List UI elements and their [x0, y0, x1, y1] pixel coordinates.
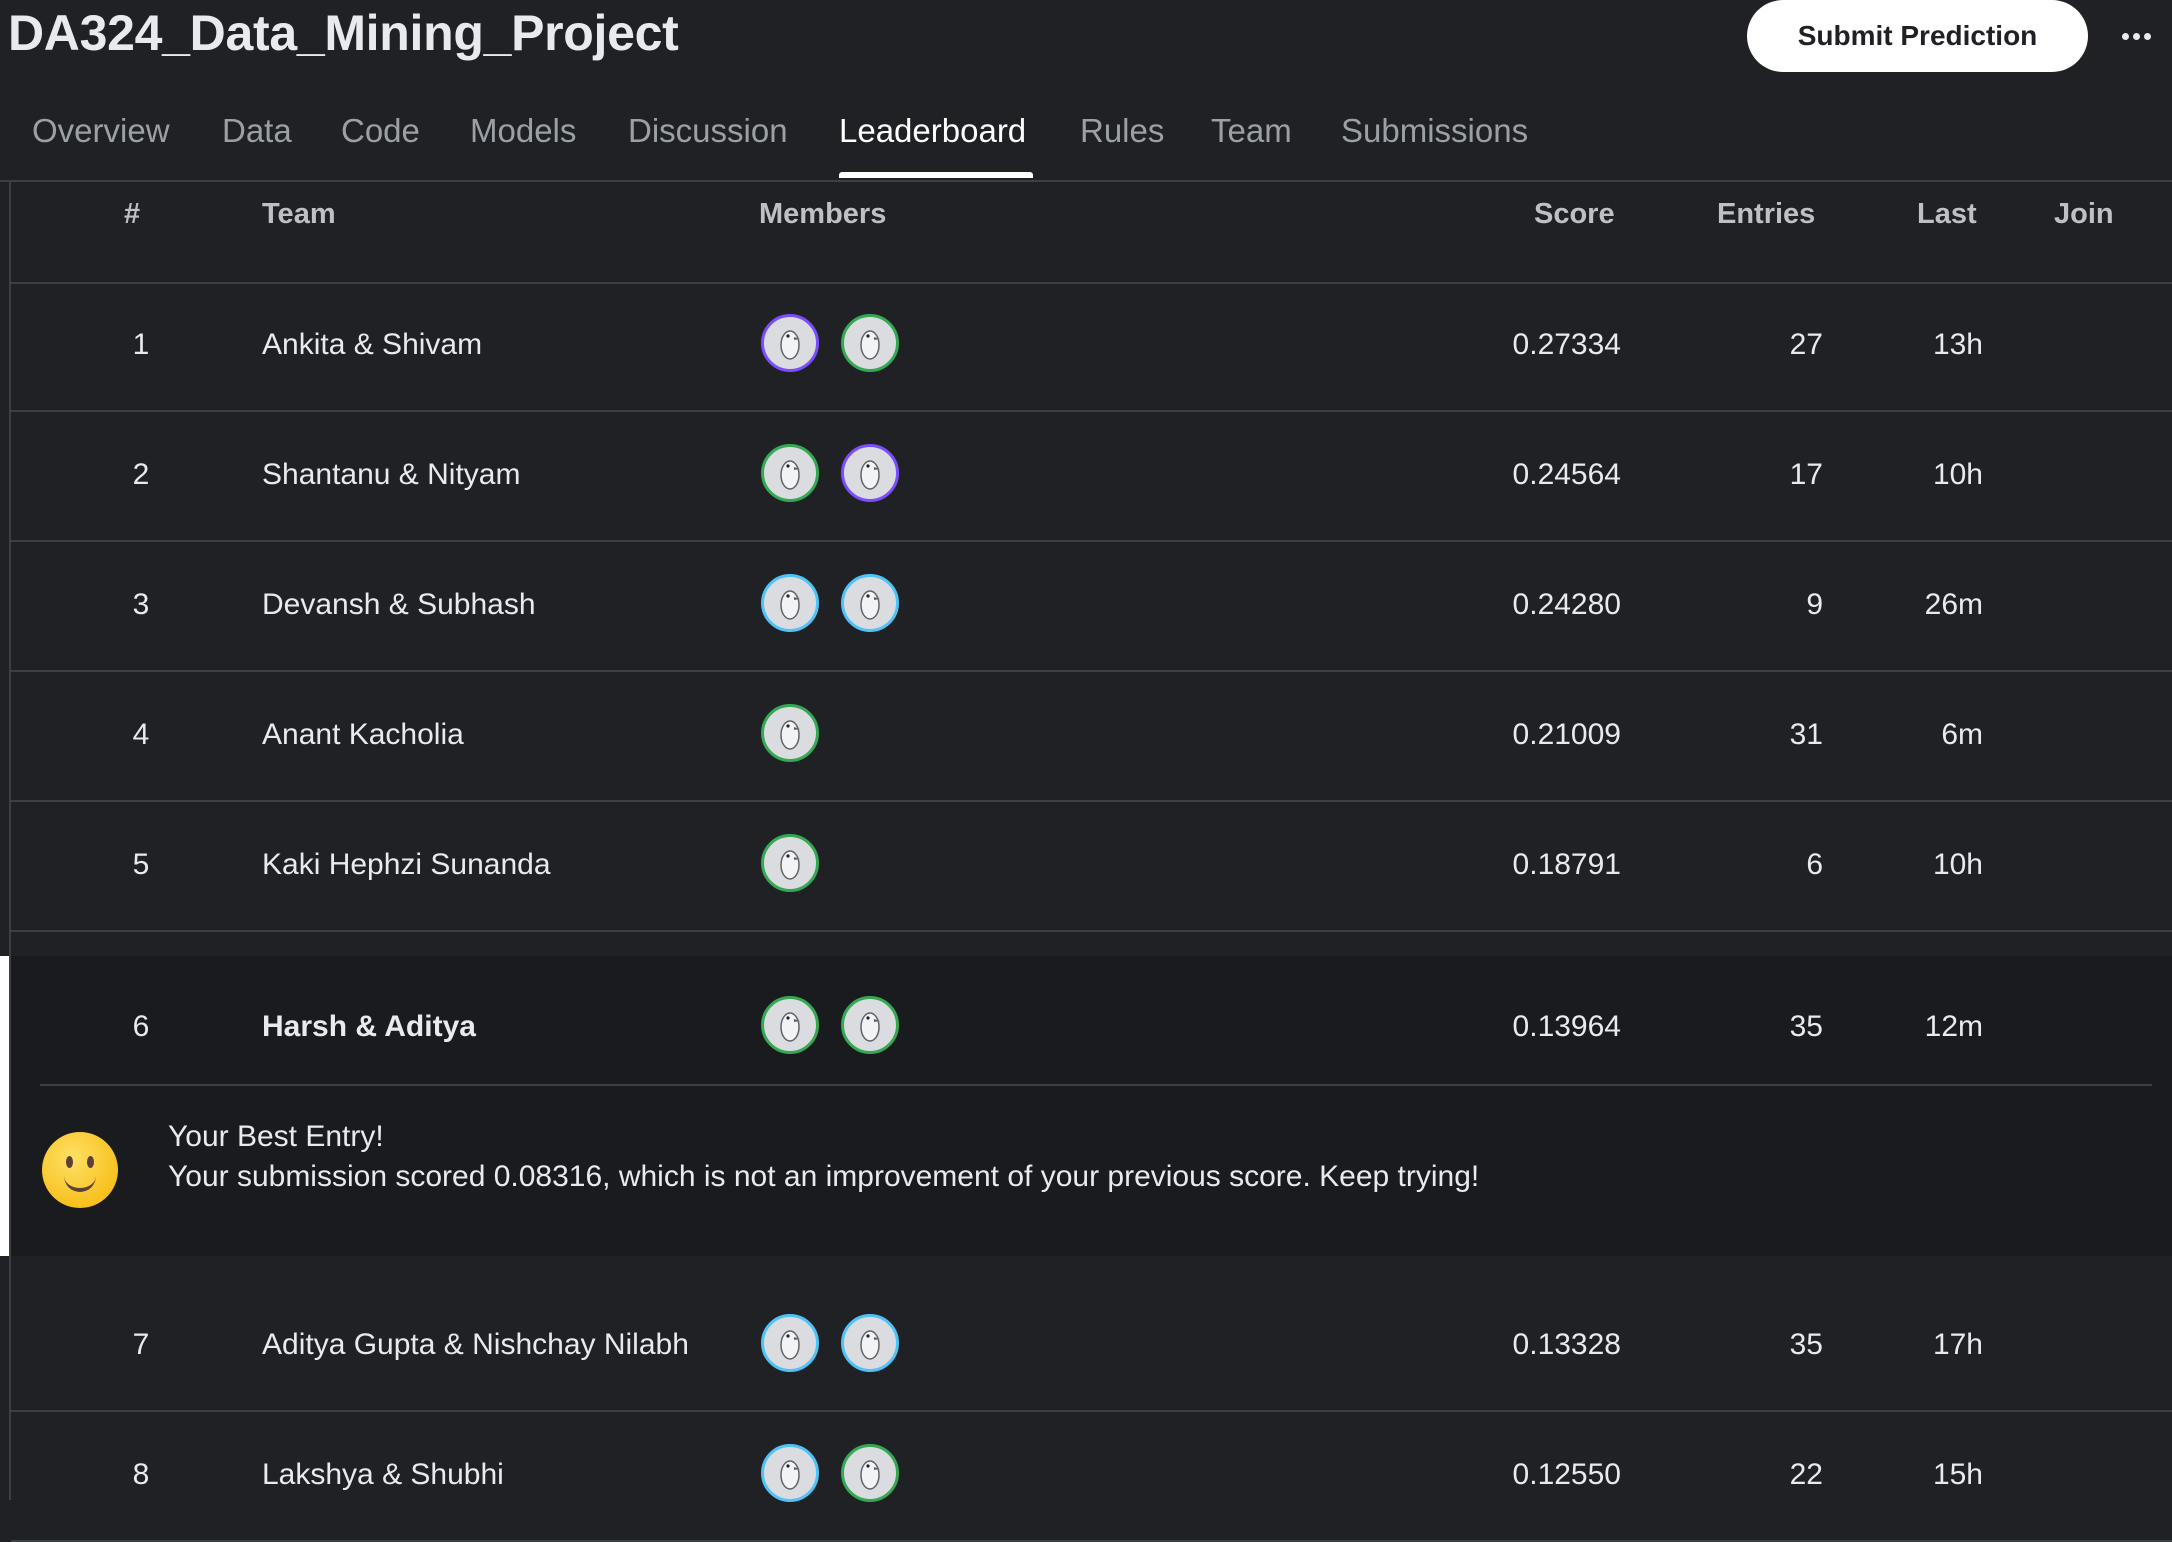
member-avatar[interactable]: [841, 1314, 899, 1372]
tab-bar: Overview Data Code Models Discussion Lea…: [0, 108, 2172, 180]
score-cell: 0.21009: [1512, 718, 1621, 751]
score-cell: 0.24564: [1512, 458, 1621, 491]
tab-leaderboard[interactable]: Leaderboard: [839, 112, 1026, 150]
col-team[interactable]: Team: [262, 198, 336, 231]
page-header: DA324_Data_Mining_Project Submit Predict…: [0, 0, 2172, 180]
rank-cell: 2: [132, 458, 150, 491]
member-avatar[interactable]: [841, 574, 899, 632]
tab-submissions[interactable]: Submissions: [1341, 112, 1528, 150]
rank-cell: 8: [132, 1458, 150, 1491]
entries-cell: 35: [1789, 1328, 1823, 1361]
rank-cell: 3: [132, 588, 150, 621]
table-row[interactable]: 5 Kaki Hephzi Sunanda 0.18791 6 10h: [11, 802, 2172, 932]
last-cell: 10h: [1932, 848, 1983, 881]
tab-models[interactable]: Models: [470, 112, 576, 150]
entries-cell: 6: [1806, 848, 1823, 881]
tab-code[interactable]: Code: [341, 112, 420, 150]
competition-title: DA324_Data_Mining_Project: [8, 5, 679, 61]
team-name[interactable]: Devansh & Subhash: [262, 588, 536, 622]
member-avatar[interactable]: [841, 996, 899, 1054]
table-row[interactable]: 2 Shantanu & Nityam 0.24564 17 10h: [11, 412, 2172, 542]
entries-cell: 31: [1789, 718, 1823, 751]
team-name[interactable]: Lakshya & Shubhi: [262, 1458, 504, 1492]
submit-prediction-button[interactable]: Submit Prediction: [1747, 0, 2088, 72]
active-tab-indicator: [839, 172, 1033, 178]
member-avatar[interactable]: [761, 314, 819, 372]
rank-cell: 1: [132, 328, 150, 361]
table-row[interactable]: 8 Lakshya & Shubhi 0.12550 22 15h: [11, 1412, 2172, 1542]
rank-cell: 6: [132, 1010, 150, 1043]
member-avatar[interactable]: [841, 1444, 899, 1502]
member-avatar[interactable]: [761, 996, 819, 1054]
tab-overview[interactable]: Overview: [32, 112, 170, 150]
member-avatar[interactable]: [761, 704, 819, 762]
entries-cell: 35: [1789, 1010, 1823, 1043]
member-avatar[interactable]: [761, 1444, 819, 1502]
score-cell: 0.13328: [1512, 1328, 1621, 1361]
member-avatar[interactable]: [761, 444, 819, 502]
entries-cell: 9: [1806, 588, 1823, 621]
member-avatar[interactable]: [841, 444, 899, 502]
col-members: Members: [759, 198, 887, 230]
team-name[interactable]: Anant Kacholia: [262, 718, 464, 752]
last-cell: 10h: [1932, 458, 1983, 491]
member-avatar[interactable]: [841, 314, 899, 372]
smiley-icon: [42, 1132, 118, 1208]
col-rank[interactable]: #: [124, 198, 140, 231]
last-cell: 15h: [1932, 1458, 1983, 1491]
last-cell: 6m: [1941, 718, 1983, 751]
tab-team[interactable]: Team: [1211, 112, 1292, 150]
score-cell: 0.24280: [1512, 588, 1621, 621]
col-join[interactable]: Join: [2054, 198, 2114, 231]
team-name[interactable]: Ankita & Shivam: [262, 328, 482, 362]
last-cell: 26m: [1924, 588, 1983, 621]
col-last[interactable]: Last: [1917, 198, 1977, 231]
rank-cell: 5: [132, 848, 150, 881]
member-avatar[interactable]: [761, 574, 819, 632]
score-cell: 0.12550: [1512, 1458, 1621, 1491]
rank-cell: 4: [132, 718, 150, 751]
tab-discussion[interactable]: Discussion: [628, 112, 788, 150]
col-entries[interactable]: Entries: [1717, 198, 1815, 231]
best-entry-title: Your Best Entry!: [168, 1120, 384, 1153]
team-name[interactable]: Aditya Gupta & Nishchay Nilabh: [262, 1328, 689, 1362]
member-avatar[interactable]: [761, 834, 819, 892]
table-row[interactable]: 1 Ankita & Shivam 0.27334 27 13h: [11, 282, 2172, 412]
rank-cell: 7: [132, 1328, 150, 1361]
score-cell: 0.18791: [1512, 848, 1621, 881]
leaderboard-table: # Team Members Score Entries Last Join 1…: [9, 182, 2172, 1542]
tab-data[interactable]: Data: [222, 112, 292, 150]
entries-cell: 17: [1789, 458, 1823, 491]
last-cell: 17h: [1932, 1328, 1983, 1361]
last-cell: 12m: [1924, 1010, 1983, 1043]
team-name[interactable]: Shantanu & Nityam: [262, 458, 520, 492]
tab-rules[interactable]: Rules: [1080, 112, 1164, 150]
team-name[interactable]: Harsh & Aditya: [262, 1010, 476, 1044]
best-entry-message: Your submission scored 0.08316, which is…: [168, 1160, 1480, 1193]
table-row[interactable]: 7 Aditya Gupta & Nishchay Nilabh 0.13328 35…: [11, 1282, 2172, 1412]
divider: [40, 1084, 2152, 1086]
score-cell: 0.27334: [1512, 328, 1621, 361]
table-header: # Team Members Score Entries Last Join: [11, 182, 2172, 284]
more-options-icon[interactable]: [2114, 14, 2158, 58]
table-row[interactable]: 6 Harsh & Aditya 0.13964 35 12m: [11, 974, 2172, 1102]
entries-cell: 27: [1789, 328, 1823, 361]
last-cell: 13h: [1932, 328, 1983, 361]
member-avatar[interactable]: [761, 1314, 819, 1372]
col-score[interactable]: Score: [1534, 198, 1615, 231]
entries-cell: 22: [1789, 1458, 1823, 1491]
score-cell: 0.13964: [1512, 1010, 1621, 1043]
table-row[interactable]: 4 Anant Kacholia 0.21009 31 6m: [11, 672, 2172, 802]
highlight-bar: [0, 956, 9, 1256]
table-row[interactable]: 3 Devansh & Subhash 0.24280 9 26m: [11, 542, 2172, 672]
team-name[interactable]: Kaki Hephzi Sunanda: [262, 848, 551, 882]
